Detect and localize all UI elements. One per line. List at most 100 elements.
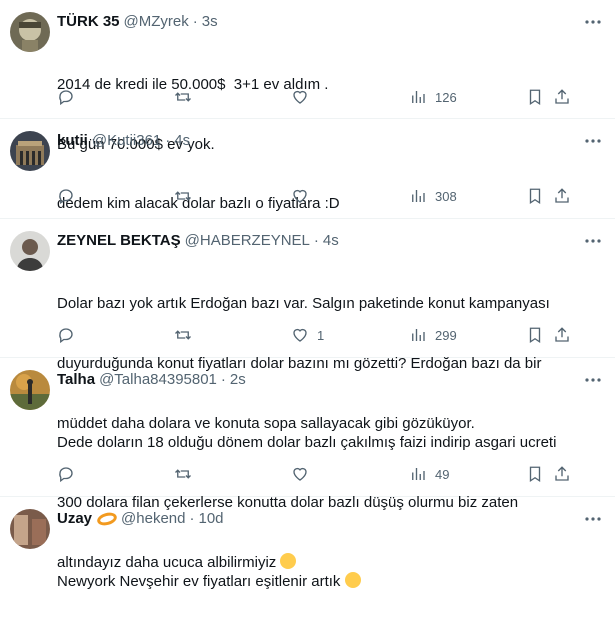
timestamp[interactable]: 3s bbox=[202, 12, 218, 32]
share-button[interactable] bbox=[553, 326, 571, 344]
reply-button[interactable] bbox=[57, 187, 75, 205]
reply-button[interactable] bbox=[57, 88, 75, 106]
username[interactable]: @hekend bbox=[121, 509, 185, 529]
views-icon bbox=[412, 468, 425, 480]
reply-button[interactable] bbox=[57, 326, 75, 344]
tweet[interactable]: Talha @Talha84395801 · 2s Dede doların 1… bbox=[0, 358, 615, 571]
more-icon[interactable] bbox=[583, 131, 603, 151]
bookmark-button[interactable] bbox=[526, 187, 544, 205]
views-icon bbox=[412, 190, 425, 202]
retweet-button[interactable] bbox=[174, 465, 192, 483]
reply-feed: TÜRK 35 @MZyrek · 3s 2014 de kredi ile 5… bbox=[0, 0, 615, 590]
views-count: 299 bbox=[435, 327, 457, 343]
heart-icon bbox=[293, 328, 307, 342]
username[interactable]: @HABERZEYNEL bbox=[185, 231, 310, 251]
retweet-icon bbox=[175, 191, 191, 201]
timestamp[interactable]: 4s bbox=[323, 231, 339, 251]
likes-count: 1 bbox=[317, 327, 325, 343]
bookmark-icon bbox=[529, 89, 541, 106]
tweet[interactable]: TÜRK 35 @MZyrek · 3s 2014 de kredi ile 5… bbox=[0, 0, 615, 153]
display-name[interactable]: Uzay bbox=[57, 509, 92, 529]
retweet-button[interactable] bbox=[174, 326, 192, 344]
separator-dot: · bbox=[192, 13, 198, 30]
views-count: 49 bbox=[435, 466, 450, 482]
views-icon bbox=[412, 91, 425, 103]
heart-icon bbox=[293, 90, 307, 104]
views-button[interactable]: 126 bbox=[409, 88, 457, 106]
bookmark-icon bbox=[529, 188, 541, 205]
share-button[interactable] bbox=[553, 88, 571, 106]
tweet-text-line-with-emoji: Newyork Nevşehir ev fiyatları eşitlenir … bbox=[57, 572, 603, 592]
timestamp[interactable]: 4s bbox=[174, 131, 190, 151]
bookmark-icon bbox=[529, 466, 541, 483]
tweet-text-line: Dolar bazı yok artık Erdoğan bazı var. S… bbox=[57, 295, 550, 312]
reply-icon bbox=[59, 189, 73, 205]
tweet[interactable]: kutii @Kutii361 · 4s dedem kim alacak do… bbox=[0, 119, 615, 219]
username[interactable]: @MZyrek bbox=[124, 12, 189, 32]
flame-ring-emoji bbox=[95, 510, 119, 528]
display-name[interactable]: TÜRK 35 bbox=[57, 12, 120, 32]
heart-icon bbox=[293, 189, 307, 203]
share-icon bbox=[555, 89, 569, 104]
retweet-button[interactable] bbox=[174, 187, 192, 205]
views-count: 308 bbox=[435, 188, 457, 204]
more-icon[interactable] bbox=[583, 509, 603, 529]
avatar[interactable] bbox=[10, 231, 50, 271]
more-icon[interactable] bbox=[583, 370, 603, 390]
bookmark-button[interactable] bbox=[526, 326, 544, 344]
separator-dot: · bbox=[165, 132, 171, 149]
views-button[interactable]: 299 bbox=[409, 326, 457, 344]
avatar[interactable] bbox=[10, 509, 50, 549]
tweet-header: kutii @Kutii361 · 4s bbox=[57, 131, 603, 151]
tweet-header: Talha @Talha84395801 · 2s bbox=[57, 370, 603, 390]
share-button[interactable] bbox=[553, 187, 571, 205]
avatar[interactable] bbox=[10, 12, 50, 52]
share-icon bbox=[555, 466, 569, 481]
action-bar: 308 bbox=[57, 186, 603, 206]
username[interactable]: @Talha84395801 bbox=[99, 370, 217, 390]
tweet-header: ZEYNEL BEKTAŞ @HABERZEYNEL · 4s bbox=[57, 231, 603, 251]
share-icon bbox=[555, 188, 569, 203]
avatar[interactable] bbox=[10, 370, 50, 410]
like-button[interactable] bbox=[291, 187, 309, 205]
action-bar: 1 299 bbox=[57, 325, 603, 345]
reply-icon bbox=[59, 467, 73, 483]
heart-icon bbox=[293, 467, 307, 481]
display-name[interactable]: Talha bbox=[57, 370, 95, 390]
separator-dot: · bbox=[189, 510, 195, 527]
action-bar: 126 bbox=[57, 87, 603, 107]
tweet[interactable]: Uzay @hekend · 10d Newyork Nevşehir ev f… bbox=[0, 497, 615, 590]
display-name[interactable]: kutii bbox=[57, 131, 88, 151]
views-button[interactable]: 49 bbox=[409, 465, 449, 483]
bookmark-button[interactable] bbox=[526, 465, 544, 483]
avatar[interactable] bbox=[10, 131, 50, 171]
reply-icon bbox=[59, 90, 73, 106]
bookmark-button[interactable] bbox=[526, 88, 544, 106]
display-name[interactable]: ZEYNEL BEKTAŞ bbox=[57, 231, 181, 251]
tweet[interactable]: ZEYNEL BEKTAŞ @HABERZEYNEL · 4s Dolar ba… bbox=[0, 219, 615, 432]
like-button[interactable] bbox=[291, 465, 309, 483]
retweet-icon bbox=[175, 92, 191, 102]
more-icon[interactable] bbox=[583, 12, 603, 32]
tweet-text-line: Newyork Nevşehir ev fiyatları eşitlenir … bbox=[57, 573, 341, 590]
share-button[interactable] bbox=[553, 465, 571, 483]
views-count: 126 bbox=[435, 89, 457, 105]
retweet-icon bbox=[175, 330, 191, 340]
retweet-icon bbox=[175, 469, 191, 479]
views-button[interactable]: 308 bbox=[409, 187, 457, 205]
action-bar: 49 bbox=[57, 464, 603, 484]
username[interactable]: @Kutii361 bbox=[92, 131, 161, 151]
like-button[interactable] bbox=[291, 88, 309, 106]
reply-icon bbox=[59, 328, 73, 344]
timestamp[interactable]: 10d bbox=[198, 509, 223, 529]
retweet-button[interactable] bbox=[174, 88, 192, 106]
views-icon bbox=[412, 329, 425, 341]
like-button[interactable]: 1 bbox=[291, 326, 324, 344]
tweet-text: Newyork Nevşehir ev fiyatları eşitlenir … bbox=[57, 532, 603, 632]
more-icon[interactable] bbox=[583, 231, 603, 251]
separator-dot: · bbox=[313, 232, 319, 249]
reply-button[interactable] bbox=[57, 465, 75, 483]
separator-dot: · bbox=[220, 371, 226, 388]
timestamp[interactable]: 2s bbox=[230, 370, 246, 390]
tweet-header: Uzay @hekend · 10d bbox=[57, 509, 603, 529]
